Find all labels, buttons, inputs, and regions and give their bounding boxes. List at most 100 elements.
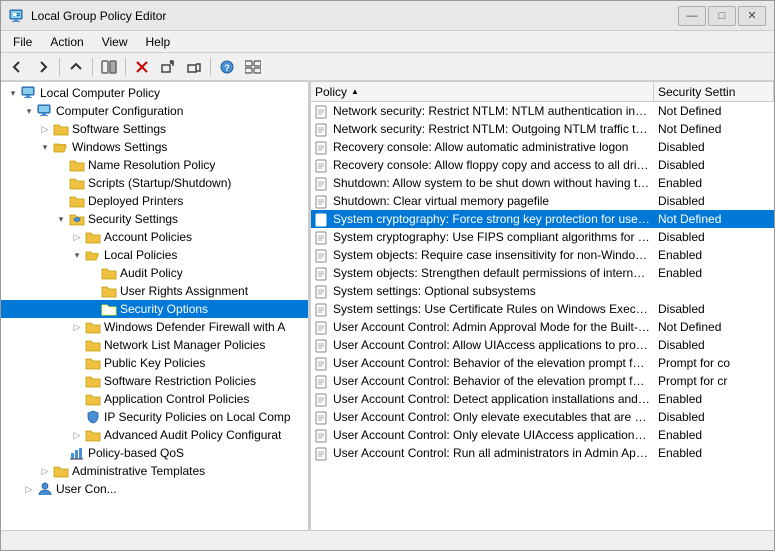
minimize-button[interactable]: — (678, 6, 706, 26)
tree-item-label: Policy-based QoS (88, 446, 184, 460)
tree-item-label: Local Computer Policy (40, 86, 160, 100)
tree-item-security-options[interactable]: ▷ Security Options (1, 300, 308, 318)
menu-help[interactable]: Help (138, 33, 179, 51)
tree-item-user-configuration[interactable]: ▷ User Con... (1, 480, 308, 498)
policy-col-header-security[interactable]: Security Settin (654, 82, 774, 101)
tree-item-local-policies[interactable]: ▾ Local Policies (1, 246, 308, 264)
policy-row[interactable]: User Account Control: Only elevate UIAcc… (311, 426, 774, 444)
forward-button[interactable] (31, 56, 55, 78)
policy-row[interactable]: System objects: Strengthen default permi… (311, 264, 774, 282)
expand-icon[interactable]: ▷ (37, 120, 53, 138)
tree-item-security-settings[interactable]: ▾ Security Settings (1, 210, 308, 228)
policy-item-icon (314, 175, 330, 191)
policy-row[interactable]: Shutdown: Clear virtual memory pagefile … (311, 192, 774, 210)
maximize-button[interactable]: □ (708, 6, 736, 26)
folder-icon (85, 355, 101, 371)
policy-value: Enabled (654, 266, 774, 280)
policy-value: Not Defined (654, 104, 774, 118)
policy-row[interactable]: User Account Control: Behavior of the el… (311, 354, 774, 372)
policy-row[interactable]: User Account Control: Behavior of the el… (311, 372, 774, 390)
tree-panel[interactable]: ▾ Local Computer Policy ▾ (1, 82, 311, 530)
tree-item-public-key-policies[interactable]: ▷ Public Key Policies (1, 354, 308, 372)
tree-item-software-restriction-policies[interactable]: ▷ Software Restriction Policies (1, 372, 308, 390)
policy-item-icon (314, 319, 330, 335)
policy-col-header-name[interactable]: Policy ▲ (311, 82, 654, 101)
policy-row[interactable]: User Account Control: Admin Approval Mod… (311, 318, 774, 336)
policy-row[interactable]: System cryptography: Use FIPS compliant … (311, 228, 774, 246)
tree-item-user-rights-assignment[interactable]: ▷ User Rights Assignment (1, 282, 308, 300)
policy-value: Disabled (654, 140, 774, 154)
folder-icon (101, 301, 117, 317)
show-hide-button[interactable] (97, 56, 121, 78)
policy-value: Disabled (654, 194, 774, 208)
policy-row[interactable]: Network security: Restrict NTLM: NTLM au… (311, 102, 774, 120)
policy-panel: Policy ▲ Security Settin (311, 82, 774, 530)
expand-icon[interactable]: ▾ (69, 246, 85, 264)
policy-value: Disabled (654, 410, 774, 424)
expand-icon[interactable]: ▷ (69, 426, 85, 444)
policy-row-selected[interactable]: System cryptography: Force strong key pr… (311, 210, 774, 228)
tree-item-account-policies[interactable]: ▷ Account Policies (1, 228, 308, 246)
tree-item-ip-security-policies[interactable]: ▷ IP Security Policies on Local Comp (1, 408, 308, 426)
tree-item-name-resolution-policy[interactable]: ▷ Name Resolution Policy (1, 156, 308, 174)
policy-row[interactable]: System settings: Optional subsystems (311, 282, 774, 300)
policy-column-header: Policy ▲ Security Settin (311, 82, 774, 102)
policy-item-icon (314, 445, 330, 461)
tree-item-administrative-templates[interactable]: ▷ Administrative Templates (1, 462, 308, 480)
folder-icon (69, 193, 85, 209)
expand-icon[interactable]: ▷ (69, 318, 85, 336)
close-button[interactable]: ✕ (738, 6, 766, 26)
tree-item-windows-defender-firewall[interactable]: ▷ Windows Defender Firewall with A (1, 318, 308, 336)
folder-icon (85, 319, 101, 335)
expand-icon[interactable]: ▾ (5, 84, 21, 102)
help-button[interactable]: ? (215, 56, 239, 78)
properties-button[interactable] (241, 56, 265, 78)
policy-row[interactable]: Recovery console: Allow floppy copy and … (311, 156, 774, 174)
policy-row[interactable]: User Account Control: Detect application… (311, 390, 774, 408)
policy-row[interactable]: System settings: Use Certificate Rules o… (311, 300, 774, 318)
menu-view[interactable]: View (94, 33, 136, 51)
menu-action[interactable]: Action (42, 33, 91, 51)
policy-item-icon (314, 265, 330, 281)
policy-item-icon (314, 247, 330, 263)
tree-item-scripts[interactable]: ▷ Scripts (Startup/Shutdown) (1, 174, 308, 192)
tree-item-label: Name Resolution Policy (88, 158, 215, 172)
policy-row[interactable]: System objects: Require case insensitivi… (311, 246, 774, 264)
delete-button[interactable] (130, 56, 154, 78)
tree-item-network-list-manager[interactable]: ▷ Network List Manager Policies (1, 336, 308, 354)
folder-icon (85, 337, 101, 353)
policy-value: Enabled (654, 176, 774, 190)
policy-list[interactable]: Network security: Restrict NTLM: NTLM au… (311, 102, 774, 530)
toolbar-sep-4 (210, 58, 211, 76)
tree-item-advanced-audit[interactable]: ▷ Advanced Audit Policy Configurat (1, 426, 308, 444)
tree-item-application-control-policies[interactable]: ▷ Application Control Policies (1, 390, 308, 408)
policy-row[interactable]: User Account Control: Allow UIAccess app… (311, 336, 774, 354)
tree-item-computer-configuration[interactable]: ▾ Computer Configuration (1, 102, 308, 120)
computer-icon (37, 103, 53, 119)
policy-name: System objects: Strengthen default permi… (333, 266, 654, 280)
back-button[interactable] (5, 56, 29, 78)
policy-row[interactable]: User Account Control: Only elevate execu… (311, 408, 774, 426)
tree-item-deployed-printers[interactable]: ▷ Deployed Printers (1, 192, 308, 210)
expand-icon[interactable]: ▾ (53, 210, 69, 228)
tree-item-audit-policy[interactable]: ▷ Audit Policy (1, 264, 308, 282)
up-button[interactable] (64, 56, 88, 78)
policy-row[interactable]: Shutdown: Allow system to be shut down w… (311, 174, 774, 192)
policy-row[interactable]: Network security: Restrict NTLM: Outgoin… (311, 120, 774, 138)
policy-row[interactable]: User Account Control: Run all administra… (311, 444, 774, 462)
tree-item-local-computer-policy[interactable]: ▾ Local Computer Policy (1, 84, 308, 102)
menu-file[interactable]: File (5, 33, 40, 51)
tree-item-windows-settings[interactable]: ▾ Windows Settings (1, 138, 308, 156)
import-button[interactable] (182, 56, 206, 78)
policy-item-icon (314, 409, 330, 425)
expand-icon[interactable]: ▷ (69, 228, 85, 246)
tree-item-policy-based-qos[interactable]: ▷ Policy-based QoS (1, 444, 308, 462)
expand-icon[interactable]: ▷ (37, 462, 53, 480)
expand-icon[interactable]: ▷ (21, 480, 37, 498)
expand-icon[interactable]: ▾ (21, 102, 37, 120)
folder-icon (69, 157, 85, 173)
expand-icon[interactable]: ▾ (37, 138, 53, 156)
export-button[interactable] (156, 56, 180, 78)
policy-row[interactable]: Recovery console: Allow automatic admini… (311, 138, 774, 156)
tree-item-software-settings[interactable]: ▷ Software Settings (1, 120, 308, 138)
